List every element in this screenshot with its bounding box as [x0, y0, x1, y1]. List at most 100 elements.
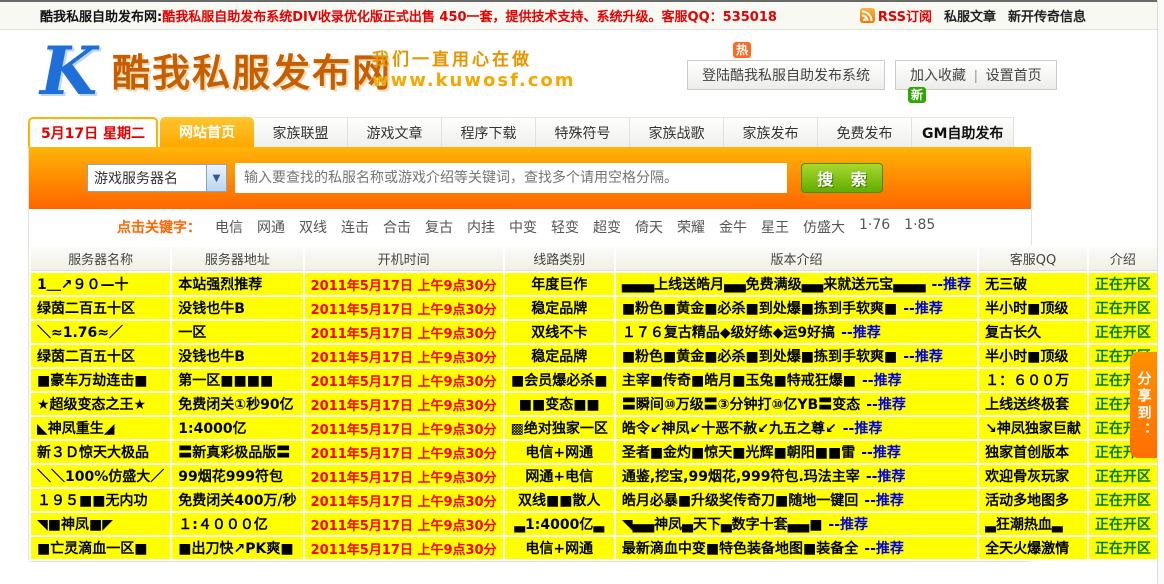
server-name-link[interactable]: ■豪车万劫连击■ [31, 369, 170, 391]
server-name-link[interactable]: １９５■■无内功 [31, 489, 170, 511]
version-intro-link[interactable]: １７６复古精品◆级好练◆运9好搞--推荐 [616, 321, 977, 343]
open-time: 2011年5月17日 上午9点30分 [305, 489, 503, 511]
topbar-links: RSS订阅 私服文章 新开传奇信息 [860, 6, 1086, 25]
server-name-link[interactable]: 1＿↗９０—十 [31, 273, 170, 295]
sethome-label[interactable]: 设置首页 [986, 65, 1042, 85]
search-category-select[interactable]: 游戏服务器名 ▼ [87, 164, 227, 192]
tab-6[interactable]: 家族发布 [724, 117, 818, 147]
open-time: 2011年5月17日 上午9点30分 [305, 441, 503, 463]
server-name-link[interactable]: ◥■神凤■◤ [31, 513, 170, 535]
version-intro-link[interactable]: ■粉色■黄金■必杀■到处爆■拣到手软爽■--推荐 [616, 297, 977, 319]
server-name-link[interactable]: ★超级变态之王★ [31, 393, 170, 415]
version-intro-link[interactable]: 最新滴血中变■特色装备地图■装备全--推荐 [616, 537, 977, 559]
favorite-label[interactable]: 加入收藏 [910, 65, 966, 85]
tab-1[interactable]: 家族联盟 [254, 117, 348, 147]
status-badge: 正在开区 [1089, 321, 1157, 343]
server-name-link[interactable]: 绿茵二百五十区 [31, 345, 170, 367]
favorite-sethome-button[interactable]: 加入收藏 | 设置首页 [895, 60, 1057, 90]
search-button[interactable]: 搜 索 [801, 163, 883, 193]
keywords-list: 电信网通双线连击合击复古内挂中变轻变超变倚天荣耀金牛星王仿盛大 1·76 1·85 [215, 217, 935, 237]
keyword-link[interactable]: 电信 [215, 217, 243, 237]
open-time: 2011年5月17日 上午9点30分 [305, 417, 503, 439]
version-intro-link[interactable]: 主宰■传奇■皓月■玉兔■特戒狂爆■--推荐 [616, 369, 977, 391]
header-buttons: 登陆酷我私服自助发布系统 加入收藏 | 设置首页 [687, 60, 1057, 90]
server-name-link[interactable]: 绿茵二百五十区 [31, 297, 170, 319]
link-new-servers[interactable]: 新开传奇信息 [1008, 6, 1086, 25]
version-intro-link[interactable]: 圣者■金灼■惊天■光辉■朝阳■■雷--推荐 [616, 441, 977, 463]
tab-8[interactable]: GM自助发布 [912, 117, 1014, 147]
keyword-link[interactable]: 轻变 [551, 217, 579, 237]
keyword-link[interactable]: 超变 [593, 217, 621, 237]
keyword-link[interactable]: 荣耀 [677, 217, 705, 237]
keyword-link[interactable]: 合击 [383, 217, 411, 237]
nav-tabs: 网站首页家族联盟游戏文章程序下载特殊符号家族战歌家族发布免费发布GM自助发布 [158, 117, 1014, 147]
line-type: 稳定品牌 [505, 297, 614, 319]
tab-4[interactable]: 特殊符号 [536, 117, 630, 147]
keyword-link[interactable]: 1·85 [904, 217, 935, 237]
column-header: 开机时间 [305, 247, 503, 271]
keyword-link[interactable]: 仿盛大 [803, 217, 845, 237]
version-intro-link[interactable]: ■粉色■黄金■必杀■到处爆■拣到手软爽■--推荐 [616, 345, 977, 367]
version-intro-link[interactable]: 通鉴,挖宝,99烟花,999符包.玛法主宰--推荐 [616, 465, 977, 487]
tab-5[interactable]: 家族战歌 [630, 117, 724, 147]
version-intro-link[interactable]: 皓月必暴■升级奖传奇刀■随地一键回--推荐 [616, 489, 977, 511]
tab-3[interactable]: 程序下载 [442, 117, 536, 147]
recommend-tag: --推荐 [862, 373, 902, 389]
service-qq: 活动多地图多 [979, 489, 1087, 511]
slogan-box: 我们一直用心在做 www.kuwosf.com [372, 45, 576, 91]
keywords-label: 点击关键字： [117, 217, 201, 237]
scrollbar[interactable] [1157, 0, 1164, 584]
server-name-link[interactable]: ＼≈1.76≈／ [31, 321, 170, 343]
server-address: 第一区■■■■ [172, 369, 302, 391]
open-time: 2011年5月17日 上午9点30分 [305, 537, 503, 559]
keyword-link[interactable]: 中变 [509, 217, 537, 237]
server-name-link[interactable]: ＼＼100%仿盛大／ [31, 465, 170, 487]
server-name-link[interactable]: 新３Ｄ惊天大极品 [31, 441, 170, 463]
link-articles[interactable]: 私服文章 [944, 6, 996, 25]
server-address: ■出刀快↗PK爽■ [172, 537, 302, 559]
keyword-link[interactable]: 金牛 [719, 217, 747, 237]
table-row: ◥■神凤■◤１:４０００亿2011年5月17日 上午9点30分▃1:4000亿▃… [31, 513, 1157, 535]
server-address: １:４０００亿 [172, 513, 302, 535]
recommend-tag: --推荐 [932, 277, 972, 293]
keyword-link[interactable]: 内挂 [467, 217, 495, 237]
keyword-link[interactable]: 星王 [761, 217, 789, 237]
keyword-link[interactable]: 双线 [299, 217, 327, 237]
keyword-link[interactable]: 倚天 [635, 217, 663, 237]
keyword-link[interactable]: 复古 [425, 217, 453, 237]
status-badge: 正在开区 [1089, 489, 1157, 511]
version-intro-link[interactable]: 皓令↙神凤↙十恶不赦↙九五之尊↙--推荐 [616, 417, 977, 439]
version-text: 〓瞬间⑩万级〓③分钟打⑩亿YB〓变态 [622, 397, 860, 413]
logo-k-icon: K [40, 32, 97, 110]
version-text: ■粉色■黄金■必杀■到处爆■拣到手软爽■ [622, 301, 897, 317]
search-input[interactable] [235, 163, 787, 193]
keyword-link[interactable]: 连击 [341, 217, 369, 237]
version-intro-link[interactable]: ▄▄▄上线送皓月▄▄免费满级▄▄来就送元宝▄▄▄ --推荐 [616, 273, 977, 295]
tab-2[interactable]: 游戏文章 [348, 117, 442, 147]
tab-7[interactable]: 免费发布 [818, 117, 912, 147]
server-name-link[interactable]: ■亡灵滴血一区■ [31, 537, 170, 559]
status-badge: 正在开区 [1089, 537, 1157, 559]
version-intro-link[interactable]: 〓瞬间⑩万级〓③分钟打⑩亿YB〓变态--推荐 [616, 393, 977, 415]
server-name-link[interactable]: ◣神凤重生◢ [31, 417, 170, 439]
version-text: ▄▄▄上线送皓月▄▄免费满级▄▄来就送元宝▄▄▄ [622, 277, 926, 293]
site-header: K 酷我私服发布网 我们一直用心在做 www.kuwosf.com 登陆酷我私服… [0, 30, 1164, 115]
server-address: 99烟花999符包 [172, 465, 302, 487]
version-text: 皓月必暴■升级奖传奇刀■随地一键回 [622, 493, 858, 509]
keyword-link[interactable]: 网通 [257, 217, 285, 237]
share-tab[interactable]: 分享到： [1130, 352, 1157, 458]
table-header-row: 服务器名称服务器地址开机时间线路类别版本介绍客服QQ介绍 [31, 247, 1157, 271]
chevron-down-icon[interactable]: ▼ [206, 165, 226, 191]
line-type: 电信+网通 [505, 537, 614, 559]
version-text: 皓令↙神凤↙十恶不赦↙九五之尊↙ [622, 421, 837, 437]
rss-subscribe-link[interactable]: RSS订阅 [860, 6, 932, 25]
table-row: ★超级变态之王★免费闭关①秒90亿2011年5月17日 上午9点30分■■变态■… [31, 393, 1157, 415]
keyword-link[interactable]: 1·76 [859, 217, 890, 237]
version-text: 最新滴血中变■特色装备地图■装备全 [622, 541, 858, 557]
login-button[interactable]: 登陆酷我私服自助发布系统 [687, 60, 885, 90]
table-row: ＼≈1.76≈／一区2011年5月17日 上午9点30分双线不卡１７６复古精品◆… [31, 321, 1157, 343]
version-intro-link[interactable]: ◥▄▄神凤▄天下▄数字十套▄▄■--推荐 [616, 513, 977, 535]
announcement-bar: 酷我私服自助发布网:酷我私服自助发布系统DIV收录优化版正式出售 450一套，提… [0, 2, 1164, 30]
service-qq: 全天火爆激情 [979, 537, 1087, 559]
tab-0[interactable]: 网站首页 [160, 117, 254, 147]
